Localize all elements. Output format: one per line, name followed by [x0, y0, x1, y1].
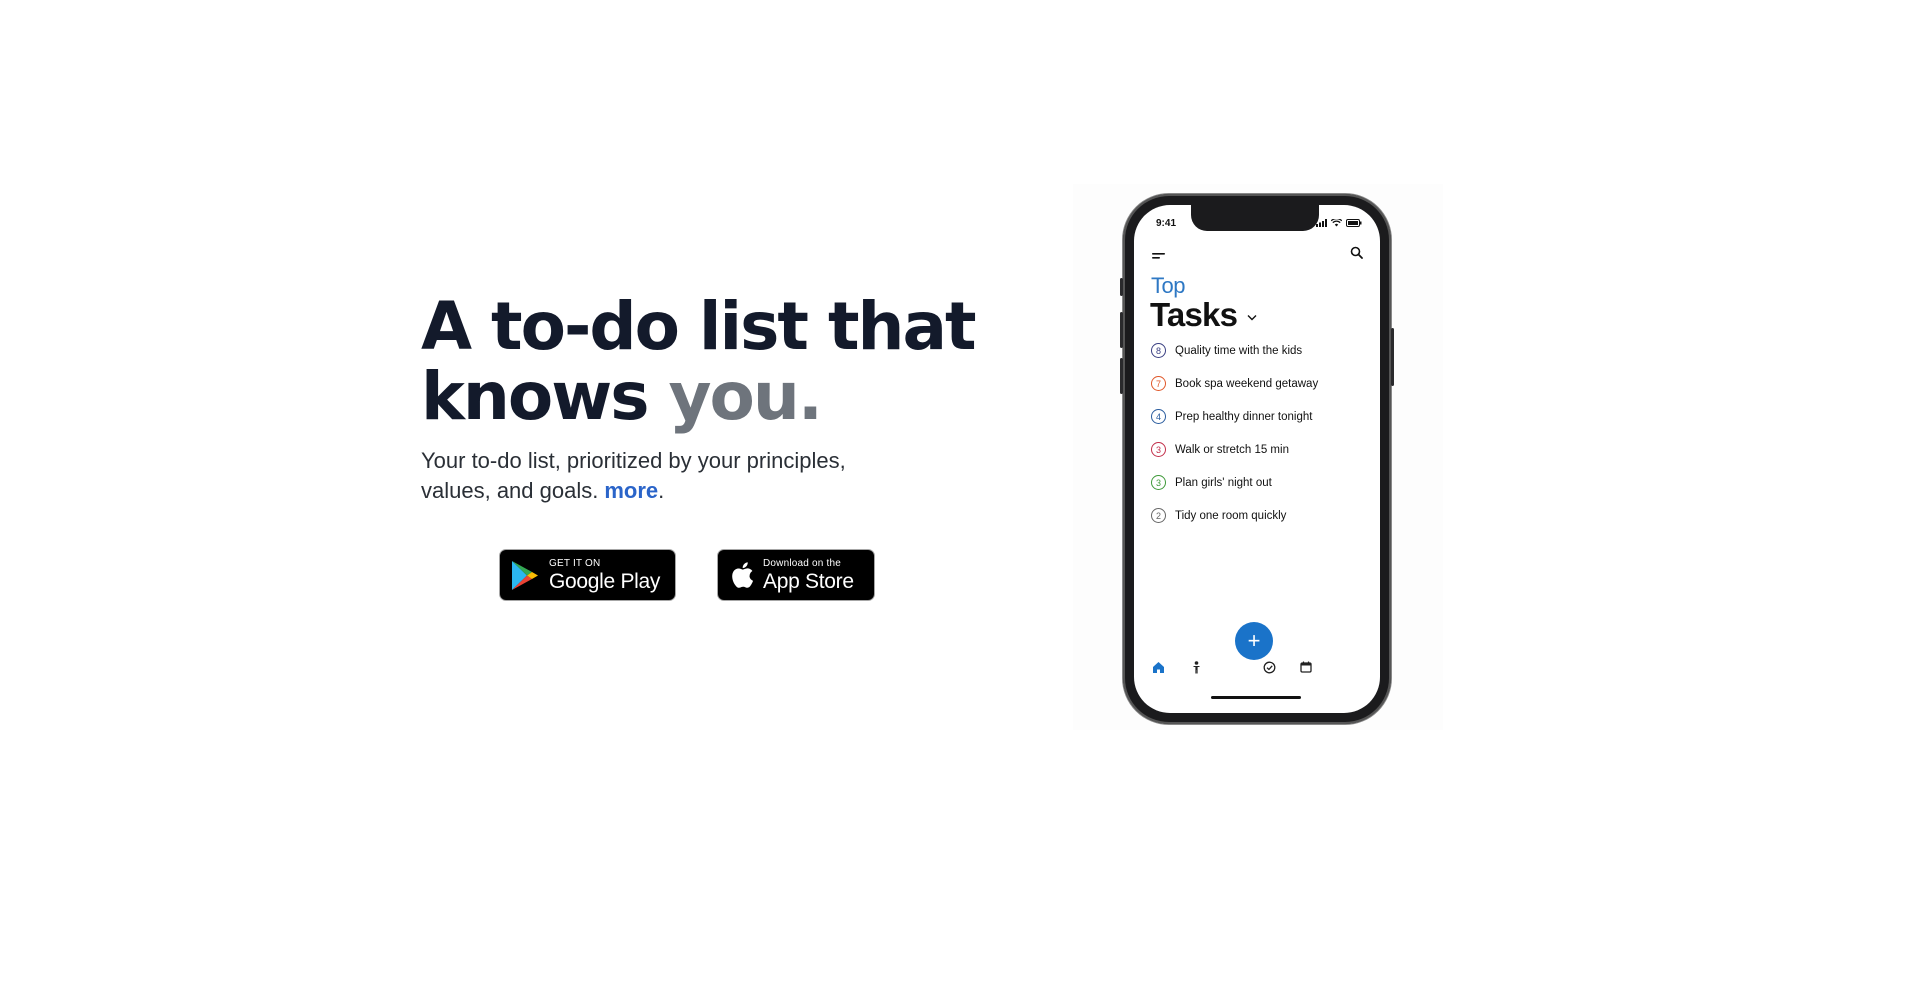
task-label: Plan girls' night out [1175, 476, 1272, 489]
status-icons [1316, 219, 1362, 227]
task-priority-badge: 8 [1151, 343, 1166, 358]
view-title-dropdown[interactable]: Tasks [1150, 296, 1257, 334]
google-play-big-label: Google Play [549, 569, 661, 593]
task-priority-badge: 2 [1151, 508, 1166, 523]
task-label: Tidy one room quickly [1175, 509, 1287, 522]
task-label: Walk or stretch 15 min [1175, 443, 1289, 456]
task-priority-badge: 3 [1151, 475, 1166, 490]
store-badges: GET IT ON Google Play Download on the Ap… [499, 549, 875, 601]
app-store-big-label: App Store [763, 569, 854, 593]
plus-icon: + [1247, 628, 1261, 653]
signal-icon [1316, 219, 1327, 227]
app-store-button[interactable]: Download on the App Store [717, 549, 875, 601]
task-label: Book spa weekend getaway [1175, 377, 1319, 390]
headline-line1: A to-do list that [421, 288, 977, 365]
more-link[interactable]: more [604, 478, 658, 503]
subtitle-period: . [658, 478, 665, 503]
task-item[interactable]: 3 Walk or stretch 15 min [1151, 433, 1318, 466]
search-icon[interactable] [1350, 246, 1363, 264]
task-item[interactable]: 3 Plan girls' night out [1151, 466, 1318, 499]
phone-frame: 9:41 Top Tasks 8 Quality time with the k… [1120, 194, 1394, 724]
home-indicator [1211, 696, 1301, 699]
google-play-small-label: GET IT ON [549, 557, 601, 569]
nav-calendar-icon[interactable] [1296, 657, 1316, 677]
app-store-text: Download on the App Store [763, 557, 854, 593]
hamburger-menu-icon[interactable] [1152, 249, 1166, 267]
task-priority-badge: 3 [1151, 442, 1166, 457]
headline-line2-prefix: knows [421, 358, 669, 435]
nav-home-icon[interactable] [1148, 657, 1168, 677]
google-play-icon [510, 559, 540, 592]
phone-screen: 9:41 Top Tasks 8 Quality time with the k… [1134, 205, 1380, 713]
task-list: 8 Quality time with the kids 7 Book spa wee… [1151, 334, 1318, 532]
google-play-text: GET IT ON Google Play [549, 557, 661, 593]
apple-icon [729, 560, 754, 590]
landing-page: A to-do list that knows you. Your to-do … [0, 0, 1920, 993]
task-item[interactable]: 4 Prep healthy dinner tonight [1151, 400, 1318, 433]
nav-person-icon[interactable] [1186, 657, 1206, 677]
hero-section: A to-do list that knows you. Your to-do … [421, 292, 981, 506]
phone-volume-down [1120, 358, 1123, 394]
subtitle: Your to-do list, prioritized by your pri… [421, 446, 921, 506]
task-label: Prep healthy dinner tonight [1175, 410, 1313, 423]
nav-check-circle-icon[interactable] [1259, 657, 1279, 677]
headline: A to-do list that knows you. [421, 292, 981, 432]
phone-silent-switch [1120, 278, 1123, 296]
phone-power-button [1391, 328, 1394, 386]
task-priority-badge: 7 [1151, 376, 1166, 391]
task-item[interactable]: 2 Tidy one room quickly [1151, 499, 1318, 532]
status-time: 9:41 [1156, 218, 1177, 229]
app-store-small-label: Download on the [763, 557, 842, 569]
task-item[interactable]: 7 Book spa weekend getaway [1151, 367, 1318, 400]
chevron-down-icon [1247, 314, 1257, 321]
phone-volume-up [1120, 312, 1123, 348]
add-task-button[interactable]: + [1235, 622, 1273, 660]
task-priority-badge: 4 [1151, 409, 1166, 424]
bottom-nav [1134, 657, 1380, 681]
phone-mockup: 9:41 Top Tasks 8 Quality time with the k… [1073, 184, 1443, 730]
task-label: Quality time with the kids [1175, 344, 1303, 357]
view-title-main: Tasks [1150, 296, 1238, 333]
wifi-icon [1331, 219, 1342, 227]
phone-notch [1191, 205, 1319, 231]
battery-icon [1346, 219, 1362, 227]
google-play-button[interactable]: GET IT ON Google Play [499, 549, 676, 601]
headline-accent: you. [668, 358, 822, 435]
task-item[interactable]: 8 Quality time with the kids [1151, 334, 1318, 367]
